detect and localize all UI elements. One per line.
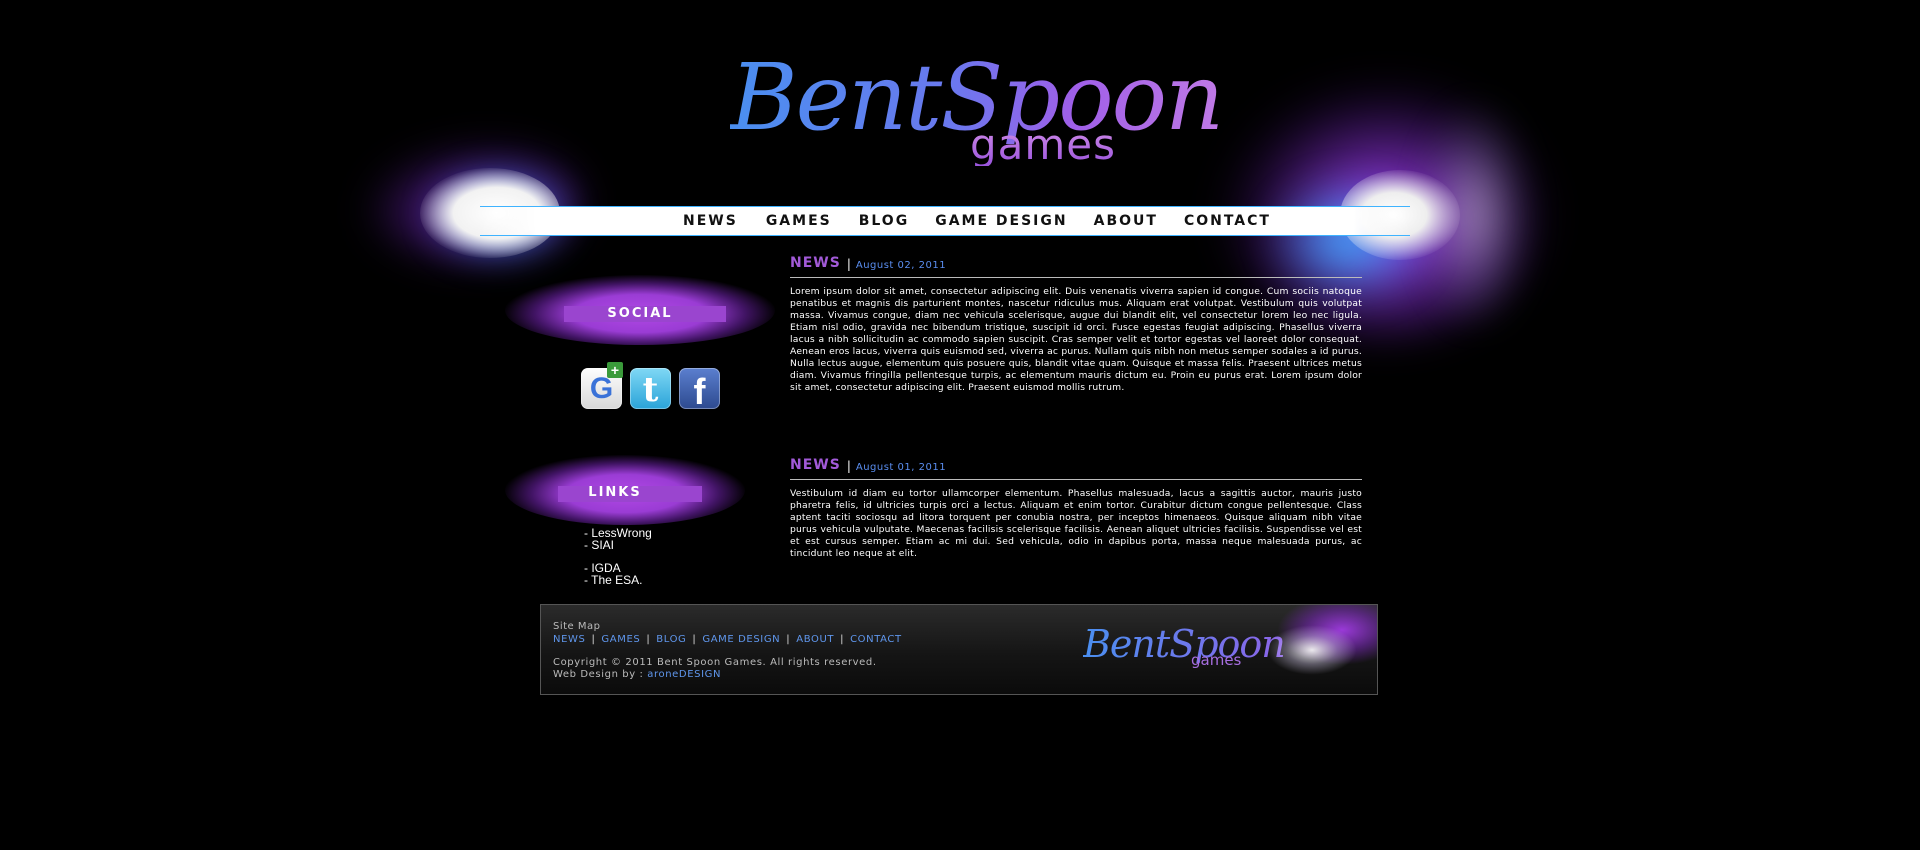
google-plus-icon[interactable]: G + (581, 362, 623, 409)
post-date: August 01, 2011 (855, 462, 947, 473)
post-title[interactable]: NEWS (790, 457, 841, 473)
footer: Site Map NEWS | GAMES | BLOG | GAME DESIGN |… (540, 604, 1378, 695)
link-the-esa[interactable]: - The ESA. (584, 574, 652, 586)
post-body: Vestibulum id diam eu tortor ullamcorper… (790, 488, 1362, 559)
footer-nav-games[interactable]: GAMES (601, 634, 640, 645)
post-title[interactable]: NEWS (790, 255, 841, 271)
nav-item-blog[interactable]: BLOG (859, 209, 910, 233)
news-post: NEWS | August 01, 2011 Vestibulum id diam … (790, 457, 1362, 560)
footer-nav-news[interactable]: NEWS (553, 634, 585, 645)
post-date: August 02, 2011 (855, 260, 947, 271)
footer-nav: NEWS | GAMES | BLOG | GAME DESIGN | ABOUT | C… (553, 634, 902, 645)
post-separator: | (846, 257, 851, 271)
post-body: Lorem ipsum dolor sit amet, consectetur … (790, 286, 1362, 393)
news-post: NEWS | August 02, 2011 Lorem ipsum dolor s… (790, 255, 1362, 394)
footer-logo-main: BentSpoon (1083, 622, 1286, 666)
links-banner: LINKS (505, 455, 745, 525)
footer-nav-separator: | (646, 634, 651, 645)
nav-item-game-design[interactable]: GAME DESIGN (935, 209, 1067, 233)
footer-nav-separator: | (692, 634, 697, 645)
footer-floral-ornament (1257, 605, 1377, 694)
nav-item-about[interactable]: ABOUT (1094, 209, 1158, 233)
link-siai[interactable]: - SIAI (584, 539, 652, 551)
footer-nav-about[interactable]: ABOUT (796, 634, 834, 645)
footer-nav-contact[interactable]: CONTACT (850, 634, 902, 645)
nav-item-news[interactable]: NEWS (683, 209, 738, 233)
footer-credit-link[interactable]: aroneDESIGN (647, 669, 721, 680)
footer-nav-game-design[interactable]: GAME DESIGN (702, 634, 780, 645)
footer-nav-separator: | (591, 634, 596, 645)
footer-credit-prefix: Web Design by : (553, 669, 648, 680)
links-list: - LessWrong - SIAI - IGDA - The ESA. (584, 527, 652, 586)
main-nav: NEWS GAMES BLOG GAME DESIGN ABOUT CONTAC… (683, 209, 1271, 233)
social-icons: G + t f (581, 362, 720, 412)
nav-item-games[interactable]: GAMES (766, 209, 832, 233)
footer-nav-separator: | (840, 634, 845, 645)
footer-logo-sub: games (1191, 651, 1242, 669)
post-header: NEWS | August 02, 2011 (790, 255, 1362, 278)
social-heading: SOCIAL (607, 306, 673, 321)
google-plus-icon-plus: + (607, 362, 623, 378)
footer-logo[interactable]: BentSpoon games (1083, 625, 1286, 675)
footer-splash-white (1267, 625, 1357, 675)
twitter-icon-glyph: t (642, 370, 659, 410)
social-banner: SOCIAL (505, 275, 775, 345)
twitter-icon[interactable]: t (630, 368, 671, 410)
facebook-icon-glyph: f (693, 371, 706, 412)
page: BentSpoon games NEWS GAMES BLOG GAME DES… (0, 0, 1920, 850)
links-heading: LINKS (588, 485, 642, 500)
post-separator: | (846, 459, 851, 473)
facebook-icon[interactable]: f (679, 368, 720, 412)
footer-nav-blog[interactable]: BLOG (656, 634, 686, 645)
footer-credit: Web Design by : aroneDESIGN (553, 669, 721, 680)
footer-copyright: Copyright © 2011 Bent Spoon Games. All r… (553, 657, 877, 668)
footer-sitemap-label: Site Map (553, 621, 601, 632)
post-header: NEWS | August 01, 2011 (790, 457, 1362, 480)
footer-nav-separator: | (786, 634, 791, 645)
nav-item-contact[interactable]: CONTACT (1184, 209, 1271, 233)
